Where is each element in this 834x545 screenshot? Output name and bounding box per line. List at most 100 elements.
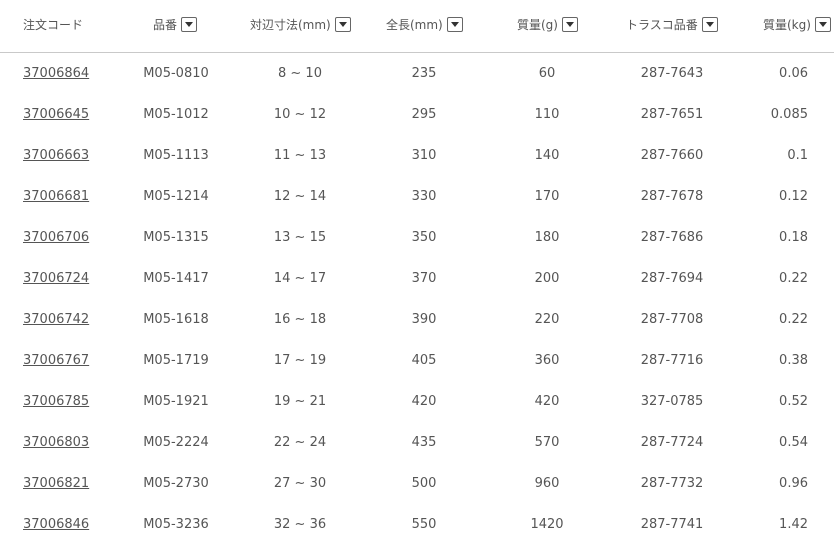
chevron-down-icon bbox=[450, 21, 459, 27]
order-code-link[interactable]: 37006742 bbox=[23, 312, 89, 327]
trusco-no-cell: 287-7694 bbox=[640, 271, 704, 286]
trusco-no-cell: 287-7724 bbox=[640, 435, 704, 450]
mass-kg-filter-button[interactable] bbox=[814, 16, 831, 32]
mass-g-cell: 170 bbox=[534, 189, 560, 204]
mass-kg-cell: 0.1 bbox=[787, 148, 808, 163]
order-code-link[interactable]: 37006663 bbox=[23, 148, 89, 163]
part-no-cell: M05-1417 bbox=[143, 271, 209, 286]
part-no-cell: M05-1214 bbox=[143, 189, 209, 204]
mass-kg-cell: 0.96 bbox=[779, 476, 808, 491]
length-cell: 420 bbox=[411, 394, 437, 409]
order-code-cell: 37006663 bbox=[23, 135, 89, 176]
trusco-no-cell: 327-0785 bbox=[640, 394, 704, 409]
size-filter-button[interactable] bbox=[334, 16, 351, 32]
order-code-link[interactable]: 37006706 bbox=[23, 230, 89, 245]
length-cell: 310 bbox=[411, 148, 437, 163]
order-code-cell: 37006785 bbox=[23, 381, 89, 422]
table-row: 37006803 M05-2224 22 ~ 24 435 570 287-77… bbox=[0, 422, 834, 463]
order-code-link[interactable]: 37006821 bbox=[23, 476, 89, 491]
order-code-link[interactable]: 37006681 bbox=[23, 189, 89, 204]
size-cell: 13 ~ 15 bbox=[273, 230, 327, 245]
table-row: 37006645 M05-1012 10 ~ 12 295 110 287-76… bbox=[0, 94, 834, 135]
order-code-cell: 37006742 bbox=[23, 299, 89, 340]
part-no-cell: M05-1618 bbox=[143, 312, 209, 327]
size-cell: 10 ~ 12 bbox=[273, 107, 327, 122]
mass-g-cell: 180 bbox=[534, 230, 560, 245]
part-no-filter-button[interactable] bbox=[181, 16, 198, 32]
order-code-link[interactable]: 37006767 bbox=[23, 353, 89, 368]
order-code-cell: 37006803 bbox=[23, 422, 89, 463]
order-code-cell: 37006767 bbox=[23, 340, 89, 381]
part-no-cell: M05-2224 bbox=[143, 435, 209, 450]
trusco-no-cell: 287-7643 bbox=[640, 66, 704, 81]
size-cell: 19 ~ 21 bbox=[273, 394, 327, 409]
size-cell: 22 ~ 24 bbox=[273, 435, 327, 450]
mass-kg-cell: 0.12 bbox=[779, 189, 808, 204]
part-no-cell: M05-2730 bbox=[143, 476, 209, 491]
part-no-cell: M05-1921 bbox=[143, 394, 209, 409]
mass-kg-cell: 0.22 bbox=[779, 271, 808, 286]
order-code-link[interactable]: 37006803 bbox=[23, 435, 89, 450]
order-code-link[interactable]: 37006645 bbox=[23, 107, 89, 122]
table-row: 37006864 M05-0810 8 ~ 10 235 60 287-7643… bbox=[0, 53, 834, 94]
table-row: 37006821 M05-2730 27 ~ 30 500 960 287-77… bbox=[0, 463, 834, 504]
chevron-down-icon bbox=[705, 21, 714, 27]
mass-kg-cell: 0.54 bbox=[779, 435, 808, 450]
mass-g-cell: 110 bbox=[534, 107, 560, 122]
trusco-no-cell: 287-7660 bbox=[640, 148, 704, 163]
header-order-code: 注文コード bbox=[23, 14, 83, 34]
header-part-no: 品番 bbox=[153, 14, 198, 34]
part-no-cell: M05-1012 bbox=[143, 107, 209, 122]
length-cell: 350 bbox=[411, 230, 437, 245]
header-mass-g-label: 質量(g) bbox=[517, 17, 558, 32]
size-cell: 14 ~ 17 bbox=[273, 271, 327, 286]
header-mass-kg: 質量(kg) bbox=[763, 14, 831, 34]
chevron-down-icon bbox=[338, 21, 347, 27]
mass-g-filter-button[interactable] bbox=[561, 16, 578, 32]
part-no-cell: M05-1315 bbox=[143, 230, 209, 245]
order-code-link[interactable]: 37006846 bbox=[23, 517, 89, 532]
header-trusco-no-label: トラスコ品番 bbox=[626, 17, 698, 32]
mass-kg-cell: 0.22 bbox=[779, 312, 808, 327]
trusco-no-cell: 287-7732 bbox=[640, 476, 704, 491]
size-cell: 27 ~ 30 bbox=[273, 476, 327, 491]
mass-g-cell: 420 bbox=[534, 394, 560, 409]
header-mass-kg-label: 質量(kg) bbox=[763, 17, 811, 32]
part-no-cell: M05-0810 bbox=[143, 66, 209, 81]
table-row: 37006681 M05-1214 12 ~ 14 330 170 287-76… bbox=[0, 176, 834, 217]
trusco-no-filter-button[interactable] bbox=[701, 16, 718, 32]
mass-g-cell: 60 bbox=[538, 66, 556, 81]
mass-kg-cell: 0.38 bbox=[779, 353, 808, 368]
mass-kg-cell: 0.52 bbox=[779, 394, 808, 409]
chevron-down-icon bbox=[818, 21, 827, 27]
trusco-no-cell: 287-7651 bbox=[640, 107, 704, 122]
length-cell: 330 bbox=[411, 189, 437, 204]
chevron-down-icon bbox=[185, 21, 194, 27]
mass-g-cell: 360 bbox=[534, 353, 560, 368]
size-cell: 17 ~ 19 bbox=[273, 353, 327, 368]
header-part-no-label: 品番 bbox=[153, 17, 178, 32]
trusco-no-cell: 287-7708 bbox=[640, 312, 704, 327]
part-no-cell: M05-1113 bbox=[143, 148, 209, 163]
order-code-link[interactable]: 37006864 bbox=[23, 66, 89, 81]
length-cell: 370 bbox=[411, 271, 437, 286]
chevron-down-icon bbox=[565, 21, 574, 27]
order-code-link[interactable]: 37006724 bbox=[23, 271, 89, 286]
mass-g-cell: 200 bbox=[534, 271, 560, 286]
order-code-link[interactable]: 37006785 bbox=[23, 394, 89, 409]
order-code-cell: 37006706 bbox=[23, 217, 89, 258]
length-filter-button[interactable] bbox=[446, 16, 463, 32]
table-body: 37006864 M05-0810 8 ~ 10 235 60 287-7643… bbox=[0, 53, 834, 545]
mass-kg-cell: 0.18 bbox=[779, 230, 808, 245]
mass-kg-cell: 0.06 bbox=[779, 66, 808, 81]
table-row: 37006742 M05-1618 16 ~ 18 390 220 287-77… bbox=[0, 299, 834, 340]
product-table: 注文コード 品番 対辺寸法(mm) 全長(mm) 質量(g) トラスコ品番 質量… bbox=[0, 0, 834, 545]
size-cell: 8 ~ 10 bbox=[278, 66, 322, 81]
mass-g-cell: 140 bbox=[534, 148, 560, 163]
header-length-label: 全長(mm) bbox=[386, 17, 443, 32]
trusco-no-cell: 287-7716 bbox=[640, 353, 704, 368]
part-no-cell: M05-1719 bbox=[143, 353, 209, 368]
length-cell: 435 bbox=[411, 435, 437, 450]
mass-g-cell: 220 bbox=[534, 312, 560, 327]
header-order-code-label: 注文コード bbox=[23, 17, 84, 32]
